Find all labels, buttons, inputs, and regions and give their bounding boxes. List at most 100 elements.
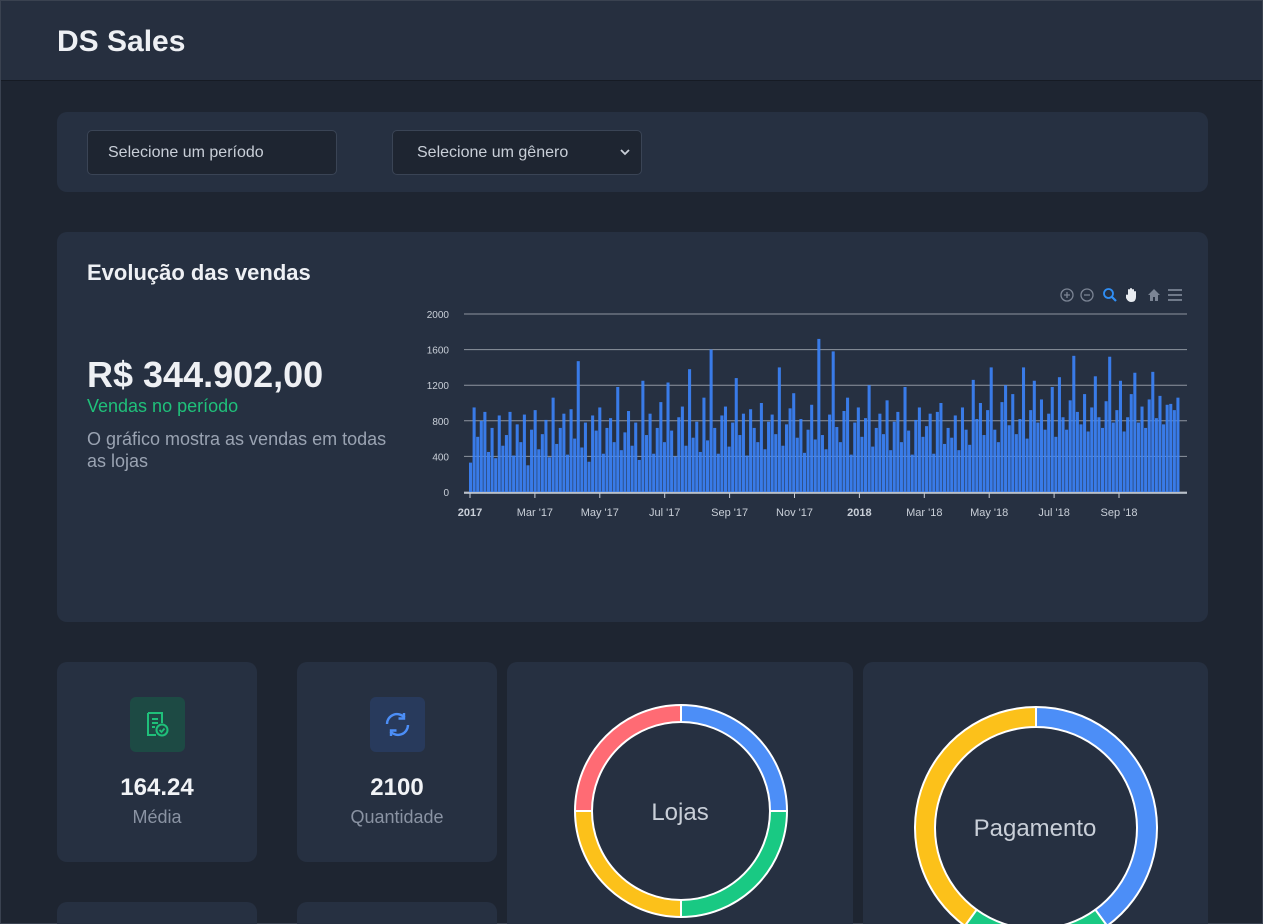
chart-bar bbox=[587, 461, 591, 492]
chart-bar bbox=[591, 415, 595, 492]
chart-bar bbox=[594, 430, 598, 492]
chart-bar bbox=[785, 424, 789, 492]
y-tick-label: 1600 bbox=[427, 346, 450, 357]
chart-bar bbox=[817, 338, 821, 492]
chart-bar bbox=[1011, 394, 1015, 492]
chart-bar bbox=[605, 427, 609, 492]
chart-bar bbox=[476, 436, 480, 492]
chart-bar bbox=[1097, 417, 1101, 492]
payment-donut-label: Pagamento bbox=[973, 815, 1097, 842]
chart-bar bbox=[1032, 380, 1036, 492]
chart-bar bbox=[551, 397, 555, 492]
chart-bar bbox=[601, 453, 605, 492]
average-stat-card: 164.24 Média bbox=[57, 662, 257, 862]
x-tick-label: Sep '18 bbox=[1101, 507, 1138, 519]
x-tick-label: Jul '17 bbox=[649, 507, 680, 519]
chart-bar bbox=[558, 427, 562, 492]
payment-donut-card: Pagamento bbox=[863, 662, 1208, 924]
chart-bar bbox=[749, 409, 753, 492]
chart-bar bbox=[910, 454, 914, 492]
chart-bar bbox=[680, 406, 684, 492]
chart-bar bbox=[1036, 422, 1040, 492]
chart-bar bbox=[824, 449, 828, 492]
payment-donut-chart bbox=[914, 705, 1158, 924]
genre-select[interactable]: Selecione um gênero bbox=[392, 130, 642, 175]
chart-bar bbox=[925, 426, 929, 492]
chart-bar bbox=[1176, 397, 1180, 492]
chart-bar bbox=[530, 429, 534, 492]
chart-bar bbox=[892, 421, 896, 492]
chart-bar bbox=[957, 450, 961, 492]
y-tick-label: 0 bbox=[443, 488, 449, 499]
chart-bar bbox=[881, 434, 885, 492]
chart-bar bbox=[720, 415, 724, 492]
x-tick-label: 2017 bbox=[458, 507, 482, 519]
zoom-out-icon[interactable] bbox=[1080, 288, 1094, 302]
chart-toolbar bbox=[1060, 288, 1182, 302]
chart-bar bbox=[713, 427, 717, 492]
chart-bar bbox=[1025, 438, 1029, 492]
chart-bar bbox=[598, 407, 602, 492]
x-tick-label: Nov '17 bbox=[776, 507, 813, 519]
chart-bar bbox=[928, 413, 932, 492]
donut-slice[interactable] bbox=[680, 703, 789, 812]
chart-bar bbox=[1000, 402, 1004, 492]
chart-bar bbox=[971, 379, 975, 492]
chart-bar bbox=[921, 436, 925, 492]
donut-slice[interactable] bbox=[965, 908, 1107, 924]
chart-bar bbox=[878, 413, 882, 492]
chart-bar bbox=[767, 421, 771, 492]
reset-home-icon[interactable] bbox=[1148, 289, 1160, 301]
stat-card-partial bbox=[57, 902, 257, 924]
chart-bar bbox=[1086, 431, 1090, 492]
chart-bar bbox=[781, 445, 785, 492]
menu-icon[interactable] bbox=[1168, 289, 1182, 301]
period-input[interactable]: Selecione um período bbox=[87, 130, 337, 175]
chart-bar bbox=[1129, 394, 1133, 492]
chart-bar bbox=[1158, 395, 1162, 492]
chart-bar bbox=[1068, 400, 1072, 492]
chart-bar bbox=[770, 414, 774, 492]
chart-bar bbox=[842, 411, 846, 492]
quantity-stat-card: 2100 Quantidade bbox=[297, 662, 497, 862]
y-tick-label: 2000 bbox=[427, 310, 450, 321]
chart-bar bbox=[723, 406, 727, 492]
chart-bar bbox=[472, 407, 476, 492]
chart-bar bbox=[641, 380, 645, 492]
chart-bar bbox=[820, 435, 824, 492]
chart-bar bbox=[709, 349, 713, 492]
chart-bar bbox=[695, 421, 699, 492]
filter-card: Selecione um período Selecione um gênero bbox=[57, 112, 1208, 192]
chart-bar bbox=[946, 427, 950, 492]
chart-bar bbox=[932, 453, 936, 492]
chart-bar bbox=[1047, 413, 1051, 492]
chart-bar bbox=[630, 445, 634, 492]
chart-bar bbox=[960, 407, 964, 492]
sales-evolution-card: Evolução das vendas R$ 344.902,00 Vendas… bbox=[57, 232, 1208, 622]
chart-bar bbox=[494, 458, 498, 492]
chart-bar bbox=[497, 415, 501, 492]
chart-bar bbox=[573, 438, 577, 492]
pan-icon[interactable] bbox=[1126, 288, 1136, 302]
chart-bar bbox=[508, 411, 512, 492]
quantity-value: 2100 bbox=[370, 774, 424, 801]
sales-subtitle: Vendas no período bbox=[87, 396, 239, 416]
chart-bar bbox=[975, 419, 979, 492]
chart-bar bbox=[1079, 424, 1083, 492]
chart-bar bbox=[519, 442, 523, 492]
donut-slice[interactable] bbox=[573, 703, 682, 812]
y-tick-label: 800 bbox=[432, 417, 449, 428]
x-tick-label: May '18 bbox=[970, 507, 1008, 519]
chart-bar bbox=[1090, 407, 1094, 492]
chart-bar bbox=[673, 456, 677, 492]
zoom-in-icon[interactable] bbox=[1060, 288, 1074, 302]
chart-bar bbox=[864, 418, 868, 492]
chart-bar bbox=[569, 409, 573, 492]
chart-bar bbox=[1126, 417, 1130, 492]
average-value: 164.24 bbox=[120, 774, 194, 801]
sales-total: R$ 344.902,00 bbox=[87, 354, 324, 395]
chart-bar bbox=[939, 403, 943, 492]
chart-bar bbox=[486, 451, 490, 492]
selection-zoom-icon[interactable] bbox=[1103, 288, 1117, 302]
average-label: Média bbox=[132, 807, 182, 827]
